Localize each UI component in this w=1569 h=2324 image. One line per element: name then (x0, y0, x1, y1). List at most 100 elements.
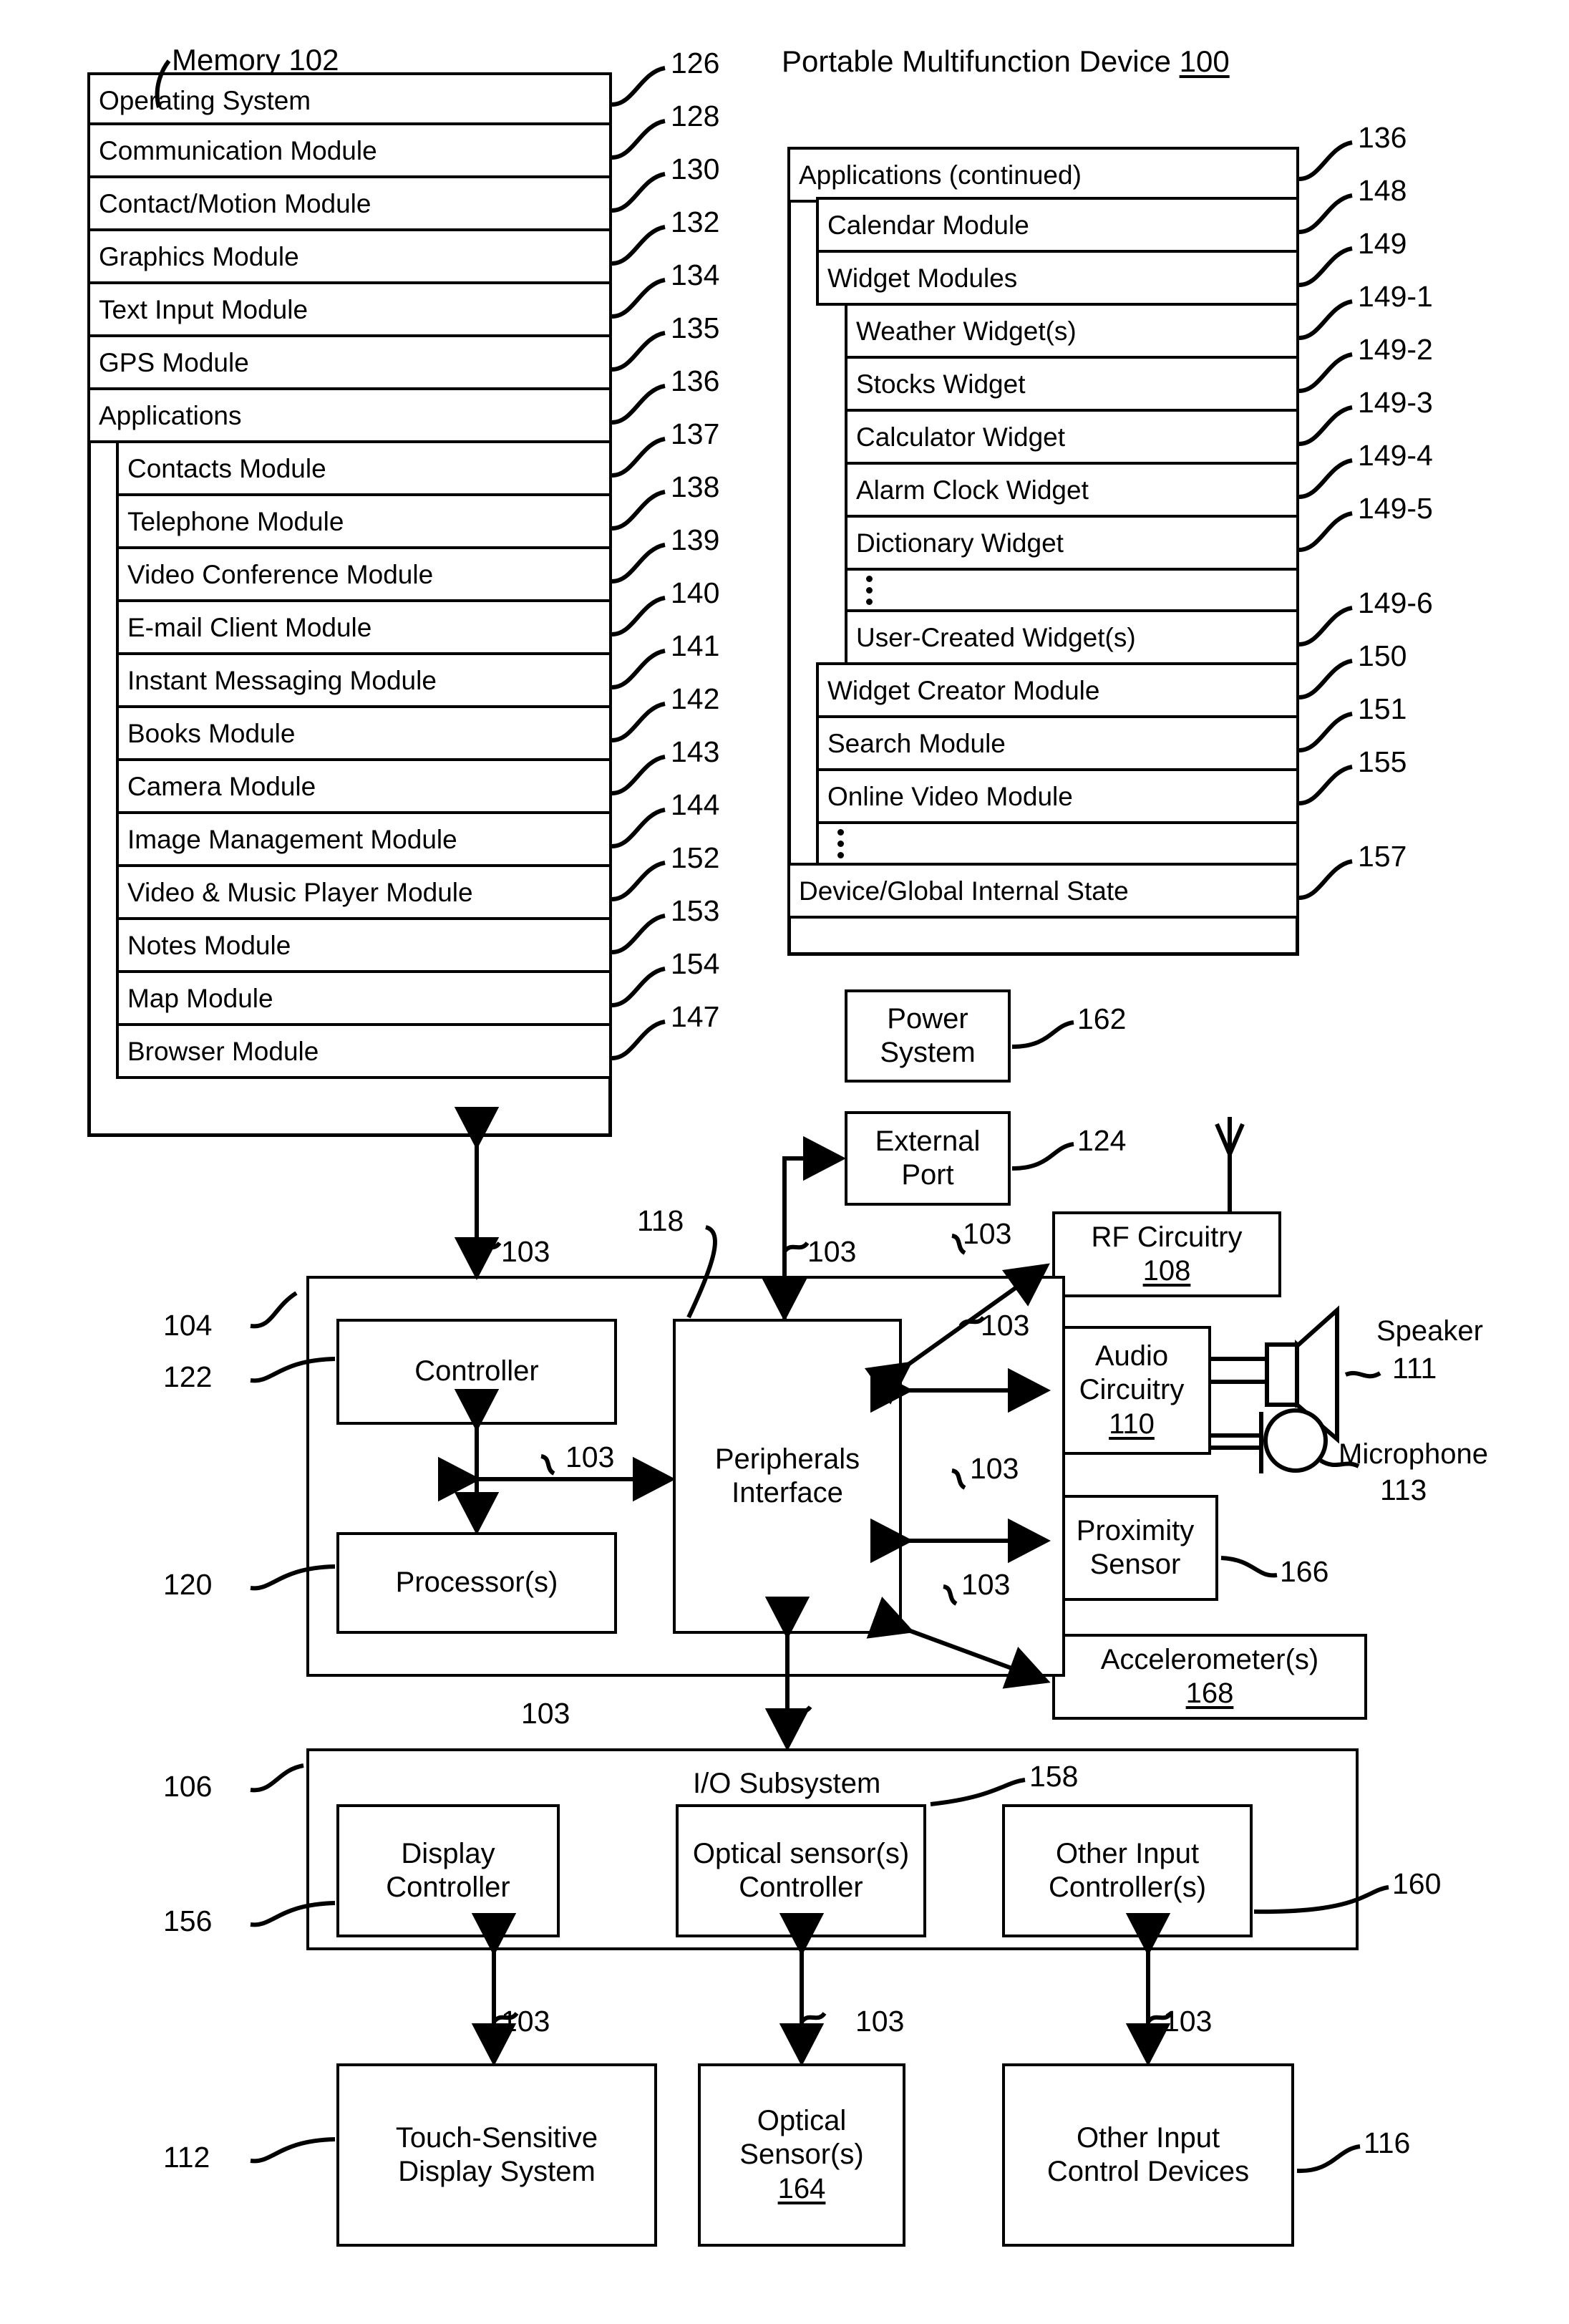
list-item: Instant Messaging Module (116, 652, 612, 708)
optical-sensor-controller-label-1: Optical sensor(s) (692, 1837, 910, 1869)
list-item: Stocks Widget (845, 356, 1299, 412)
ref-149-3: 149-3 (1358, 386, 1433, 419)
list-item: Widget Modules (816, 250, 1299, 306)
touch-display-label-1: Touch-Sensitive (395, 2121, 598, 2154)
memory-right-list: Applications (continued) Calendar Module W… (787, 147, 1299, 919)
ref-143: 143 (671, 735, 720, 768)
list-item-label: Image Management Module (127, 824, 457, 854)
ref-166: 166 (1280, 1555, 1329, 1588)
display-controller-label-1: Display (401, 1837, 495, 1869)
ref-149: 149 (1358, 227, 1407, 260)
ref-147: 147 (671, 1000, 720, 1033)
power-system-block: Power System (845, 989, 1011, 1083)
list-item-label: Communication Module (99, 135, 377, 165)
ref-103-other-input-bus: 103 (1163, 2005, 1213, 2038)
other-input-controller-label-2: Controller(s) (1048, 1872, 1207, 1903)
proximity-sensor-label-2: Sensor (1089, 1549, 1181, 1580)
list-item-label: Text Input Module (99, 294, 309, 324)
ref-103-processor-bus: 103 (565, 1441, 615, 1473)
optical-sensor-controller-block: Optical sensor(s) Controller (676, 1804, 926, 1937)
power-system-label-1: Power (887, 1002, 968, 1035)
proximity-sensor-label-1: Proximity (1076, 1514, 1195, 1546)
device-title: Portable Multifunction Device 100 (782, 44, 1230, 79)
optical-sensors-label-2: Sensor(s) (739, 2139, 864, 2171)
list-item-label: Video & Music Player Module (127, 877, 473, 907)
list-item-label: Contact/Motion Module (99, 188, 371, 218)
ref-112: 112 (163, 2141, 210, 2174)
list-item: Online Video Module (816, 768, 1299, 824)
ref-124: 124 (1077, 1124, 1127, 1157)
list-item: Text Input Module (87, 281, 612, 337)
processor-block: Processor(s) (336, 1532, 617, 1634)
ref-120: 120 (163, 1568, 213, 1601)
list-item: User-Created Widget(s) (845, 609, 1299, 665)
patent-figure: Memory 102 Portable Multifunction Device… (0, 0, 1569, 2324)
ref-116: 116 (1364, 2126, 1411, 2159)
other-input-devices-block: Other Input Control Devices (1002, 2063, 1294, 2247)
list-item: Map Module (116, 970, 612, 1026)
ref-156: 156 (163, 1904, 213, 1937)
list-item-label: Device/Global Internal State (799, 876, 1129, 906)
ref-142: 142 (671, 682, 720, 715)
ref-136: 136 (671, 364, 720, 397)
controller-label: Controller (414, 1355, 539, 1388)
list-item-label: Notes Module (127, 930, 291, 960)
list-item: Search Module (816, 715, 1299, 771)
display-controller-label-2: Controller (386, 1872, 510, 1903)
ref-106: 106 (163, 1770, 213, 1803)
audio-circuitry-block: Audio Circuitry 110 (1052, 1326, 1211, 1455)
optical-sensors-label-1: Optical (757, 2105, 847, 2137)
rf-circuitry-label: RF Circuitry (1091, 1221, 1243, 1253)
ref-149-1: 149-1 (1358, 280, 1433, 313)
ref-103-io-bus: 103 (521, 1697, 570, 1730)
list-item: Contacts Module (116, 440, 612, 496)
list-item-label: Telephone Module (127, 506, 344, 536)
list-item-label: Camera Module (127, 771, 316, 801)
microphone-label: Microphone (1339, 1438, 1489, 1470)
list-item-label: GPS Module (99, 347, 249, 377)
external-port-label-1: External (875, 1125, 981, 1157)
optical-sensors-ref: 164 (777, 2172, 826, 2204)
list-item-label: Dictionary Widget (856, 528, 1064, 558)
list-item: E-mail Client Module (116, 599, 612, 655)
ref-148: 148 (1358, 174, 1407, 207)
ref-155: 155 (1358, 745, 1407, 778)
audio-circuitry-label-1: Audio (1094, 1340, 1169, 1372)
ref-153: 153 (671, 894, 720, 927)
ref-103-rf-bus: 103 (963, 1217, 1012, 1250)
list-item-label: User-Created Widget(s) (856, 622, 1136, 652)
list-item-label: Browser Module (127, 1036, 319, 1066)
accelerometer-ref: 168 (1185, 1677, 1234, 1709)
list-item-label: Calendar Module (827, 210, 1029, 240)
ref-128: 128 (671, 100, 720, 132)
rf-circuitry-ref: 108 (1142, 1255, 1191, 1287)
accelerometer-block: Accelerometer(s) 168 (1052, 1634, 1367, 1720)
ref-162: 162 (1077, 1002, 1127, 1035)
ref-122: 122 (163, 1360, 213, 1393)
list-item: Books Module (116, 705, 612, 761)
list-item-label: Instant Messaging Module (127, 665, 437, 695)
power-system-label-2: System (880, 1037, 976, 1068)
peripherals-interface-label-2: Interface (732, 1477, 843, 1509)
memory-title-ref: 102 (288, 43, 339, 77)
list-item: Dictionary Widget (845, 515, 1299, 571)
list-item-label: Weather Widget(s) (856, 316, 1077, 346)
list-item-label: Widget Modules (827, 263, 1018, 293)
list-item-label: Operating System (99, 85, 311, 115)
ref-103-optical-bus: 103 (855, 2005, 905, 2038)
ref-103-external-port-bus: 103 (807, 1235, 857, 1268)
list-item: GPS Module (87, 334, 612, 390)
ref-137: 137 (671, 417, 720, 450)
other-input-devices-label-2: Control Devices (1046, 2156, 1250, 2187)
list-item: Operating System (87, 72, 612, 128)
list-item-label: Graphics Module (99, 241, 299, 271)
io-subsystem-label: I/O Subsystem (693, 1768, 881, 1799)
list-item: Contact/Motion Module (87, 175, 612, 231)
ref-136: 136 (1358, 121, 1407, 154)
list-item-label: Widget Creator Module (827, 675, 1100, 705)
list-item-label: Map Module (127, 983, 273, 1013)
list-item: Calendar Module (816, 197, 1299, 253)
ref-149-2: 149-2 (1358, 333, 1433, 366)
list-item: Notes Module (116, 917, 612, 973)
processor-label: Processor(s) (395, 1567, 558, 1599)
